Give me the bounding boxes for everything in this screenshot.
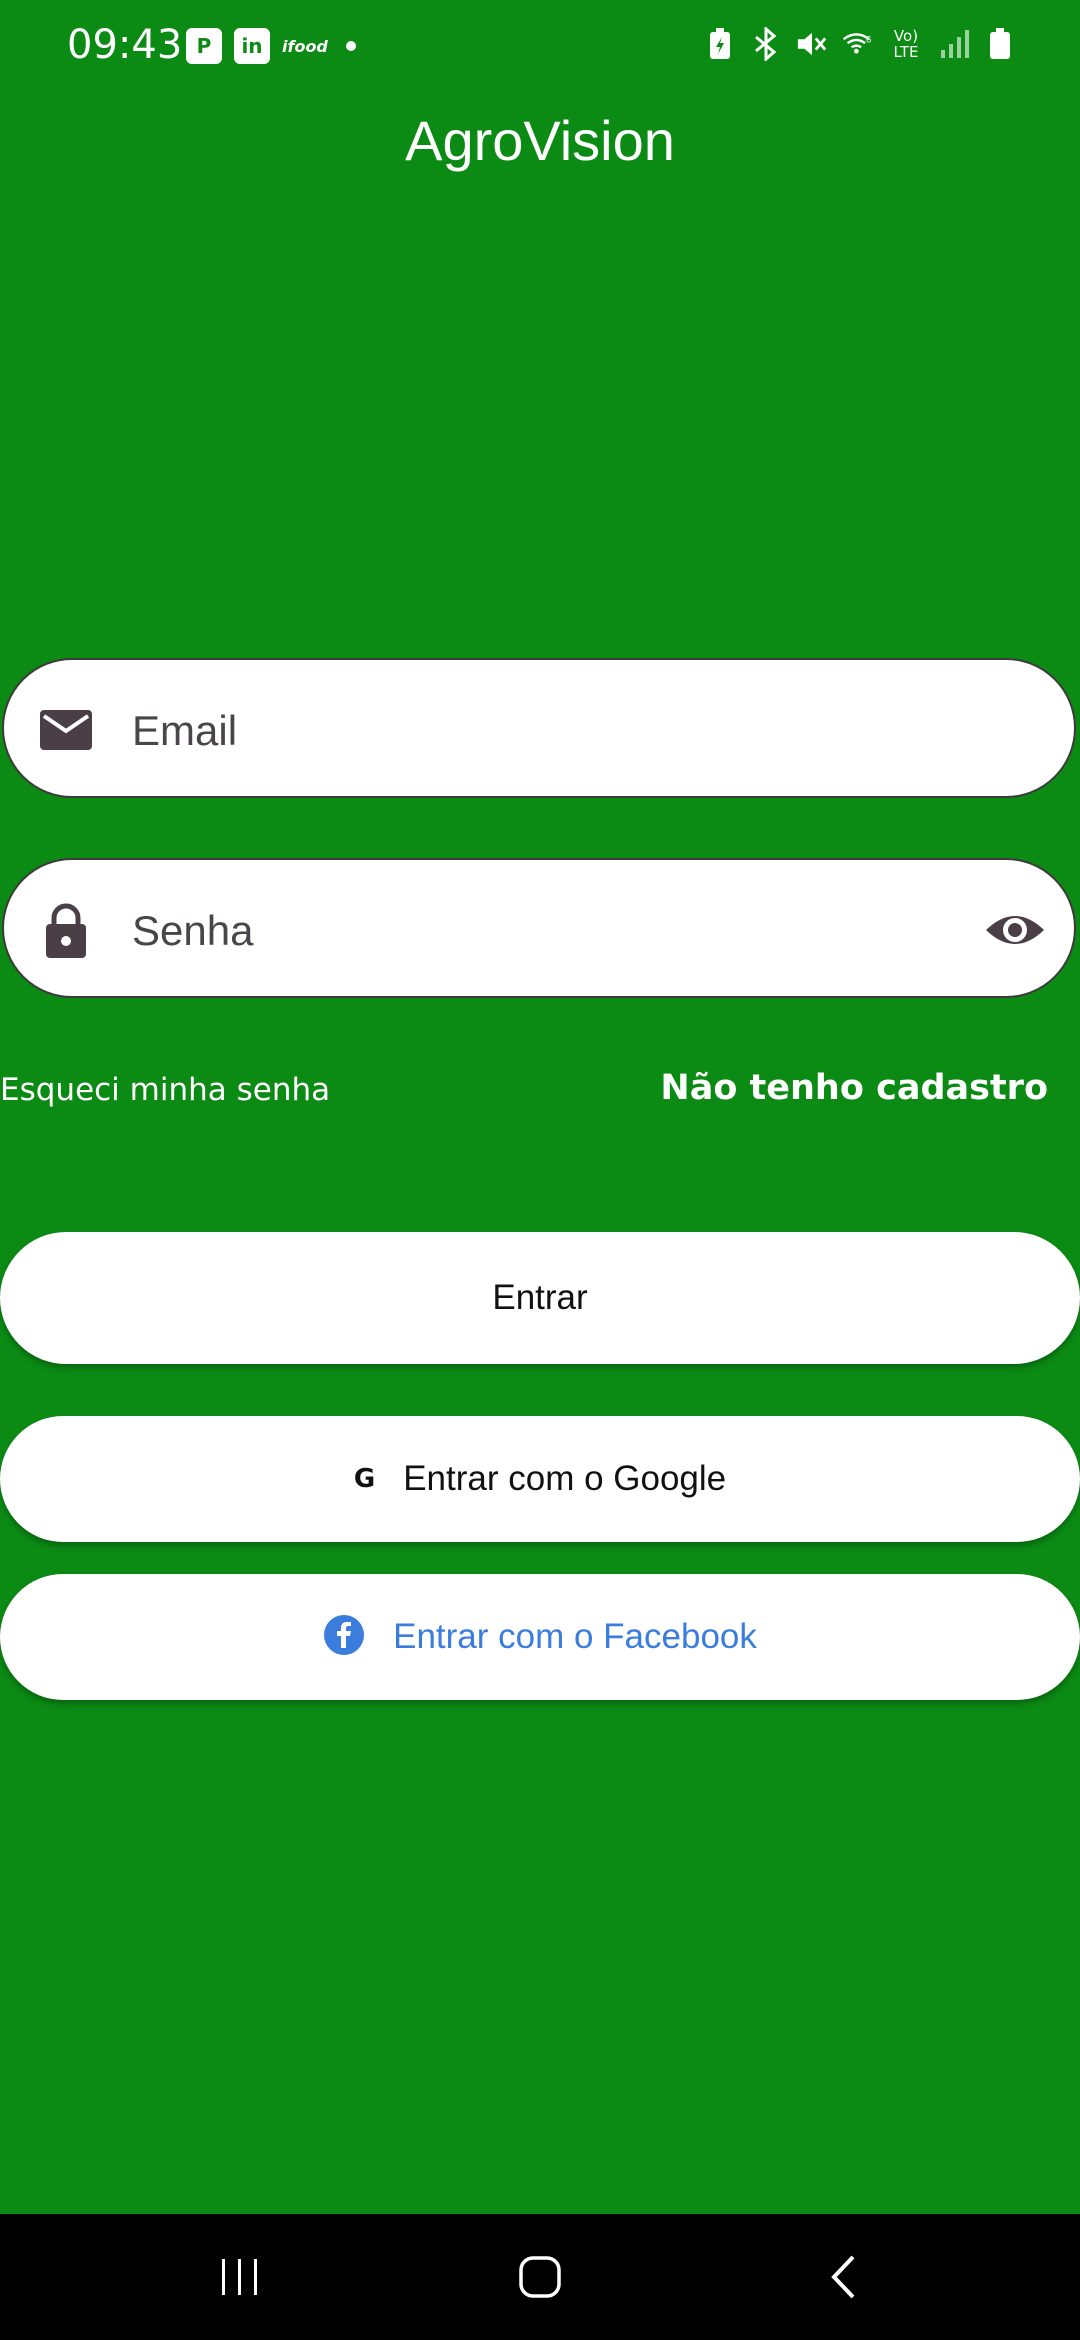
signal-icon	[938, 26, 970, 62]
notification-dot-icon	[346, 41, 356, 51]
home-icon[interactable]	[510, 2252, 570, 2302]
ifood-icon: ifood	[282, 36, 328, 56]
facebook-button-label: Entrar com o Facebook	[393, 1617, 757, 1656]
status-left-icons: P in ifood	[186, 28, 356, 64]
google-icon: G	[353, 1464, 376, 1494]
facebook-icon	[323, 1614, 365, 1660]
register-link[interactable]: Não tenho cadastro	[660, 1068, 1048, 1108]
battery-icon	[984, 26, 1016, 62]
forgot-password-link[interactable]: Esqueci minha senha	[0, 1072, 330, 1108]
facebook-login-button[interactable]: Entrar com o Facebook	[0, 1574, 1080, 1700]
password-field[interactable]	[2, 858, 1076, 998]
recent-apps-icon[interactable]	[210, 2252, 270, 2302]
eye-icon[interactable]	[984, 902, 1046, 958]
google-button-label: Entrar com o Google	[403, 1459, 727, 1498]
email-field[interactable]	[2, 658, 1076, 798]
lock-icon	[38, 902, 94, 958]
svg-text:6: 6	[866, 34, 871, 45]
status-bar: 09:43 P in ifood 6 Vo) LTE	[0, 0, 1080, 92]
app-title: AgroVision	[405, 109, 675, 172]
mail-icon	[38, 702, 94, 758]
p-badge-icon: P	[186, 28, 222, 64]
wifi-icon: 6	[842, 26, 874, 62]
status-time: 09:43	[67, 22, 183, 68]
volte-icon: Vo) LTE	[893, 27, 919, 61]
status-right-icons: 6 Vo) LTE	[704, 26, 1016, 62]
password-input[interactable]	[130, 890, 894, 972]
linkedin-icon: in	[234, 28, 270, 64]
email-input[interactable]	[130, 690, 954, 772]
google-login-button[interactable]: G Entrar com o Google	[0, 1416, 1080, 1542]
battery-saver-icon	[704, 26, 736, 62]
enter-button[interactable]: Entrar	[0, 1232, 1080, 1364]
enter-button-label: Entrar	[492, 1278, 588, 1317]
back-icon[interactable]	[814, 2252, 874, 2302]
navigation-bar	[0, 2214, 1080, 2340]
mute-icon	[796, 26, 828, 62]
bluetooth-icon	[750, 26, 782, 62]
